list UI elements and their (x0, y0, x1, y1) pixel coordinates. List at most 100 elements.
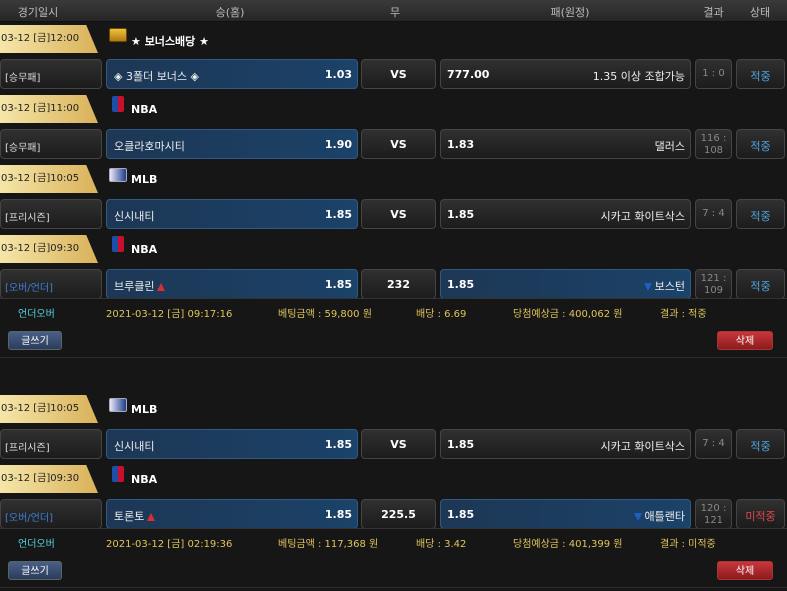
away-team-label: 댈러스 (654, 140, 685, 153)
away-team-label: 1.35 이상 조합가능 (592, 70, 685, 83)
match-result: 7 : 4 (695, 429, 732, 459)
match-result: 120 : 121 (695, 499, 732, 529)
home-odds: 1.90 (324, 138, 352, 151)
write-button[interactable]: 글쓰기 (8, 561, 62, 580)
league-header-row: 03-12 [금]09:30 NBA (0, 464, 787, 494)
away-odds: 1.83 (447, 138, 475, 151)
game-type: [프리시즌] (0, 429, 102, 459)
away-odds: 1.85 (447, 438, 475, 451)
away-bet-button[interactable]: 1.83 댈러스 (440, 129, 691, 159)
summary-date: 2021-03-12 [금] 02:19:36 (106, 539, 233, 550)
away-team-label: 시카고 화이트삭스 (600, 440, 685, 453)
league-header-row: 03-12 [금]10:05 MLB (0, 394, 787, 424)
home-bet-button[interactable]: 토론토 1.85 (106, 499, 358, 529)
game-row: [오버/언더] 브루클린 1.85 232 1.85 보스턴 121 : 109 적중 (0, 269, 787, 299)
status-badge: 적중 (736, 429, 785, 459)
ticket-divider (0, 357, 787, 358)
bonus-icon (109, 28, 127, 42)
league-header-row: 03-12 [금]12:00 ★ 보너스배당 ★ (0, 24, 787, 54)
home-team-name: 신시내티 (114, 440, 155, 453)
away-bet-button[interactable]: 1.85 시카고 화이트삭스 (440, 199, 691, 229)
away-bet-button[interactable]: 777.00 1.35 이상 조합가능 (440, 59, 691, 89)
game-type: [오버/언더] (0, 269, 102, 299)
home-odds: 1.03 (324, 68, 352, 81)
draw-bet-button[interactable]: 232 (361, 269, 436, 299)
summary-odds: 배당 : 3.42 (416, 539, 467, 550)
header-date: 경기일시 (17, 6, 59, 19)
away-odds: 777.00 (447, 68, 490, 81)
away-bet-button[interactable]: 1.85 보스턴 (440, 269, 691, 299)
summary-bet-amount: 베팅금액 : 59,800 원 (278, 309, 372, 320)
home-team-name: 토론토 (114, 508, 156, 524)
delete-button[interactable]: 삭제 (717, 561, 773, 580)
league-name: NBA (131, 243, 158, 256)
summary-expected-win: 당첨예상금 : 401,399 원 (513, 539, 623, 550)
home-bet-button[interactable]: 오클라호마시티 1.90 (106, 129, 358, 159)
home-bet-button[interactable]: ◈ 3폴더 보너스 ◈ 1.03 (106, 59, 358, 89)
away-bet-button[interactable]: 1.85 시카고 화이트삭스 (440, 429, 691, 459)
status-badge: 적중 (736, 59, 785, 89)
home-odds: 1.85 (324, 208, 352, 221)
away-team-name: 댈러스 (655, 138, 685, 154)
match-time: 03-12 [금]11:00 (0, 95, 98, 123)
status-badge: 적중 (736, 199, 785, 229)
summary-odds: 배당 : 6.69 (416, 309, 467, 320)
home-team-name: 브루클린 (114, 278, 166, 294)
league-name: MLB (131, 403, 158, 416)
match-result: 121 : 109 (695, 269, 732, 299)
home-bet-button[interactable]: 브루클린 1.85 (106, 269, 358, 299)
match-time: 03-12 [금]10:05 (0, 165, 98, 193)
ticket-divider (0, 587, 787, 588)
home-bet-button[interactable]: 신시내티 1.85 (106, 199, 358, 229)
away-bet-button[interactable]: 1.85 애틀랜타 (440, 499, 691, 529)
summary-date: 2021-03-12 [금] 09:17:16 (106, 309, 233, 320)
game-row: [오버/언더] 토론토 1.85 225.5 1.85 애틀랜타 120 : 121 미적중 (0, 499, 787, 529)
match-result: 7 : 4 (695, 199, 732, 229)
league-name: ★ 보너스배당 ★ (131, 35, 209, 48)
header-away: 패(원정) (550, 6, 590, 19)
match-time: 03-12 [금]09:30 (0, 235, 98, 263)
away-team-name: 시카고 화이트삭스 (601, 208, 685, 224)
mlb-icon (109, 398, 127, 412)
league-header-row: 03-12 [금]09:30 NBA (0, 234, 787, 264)
home-team-name: 오클라호마시티 (114, 140, 185, 153)
header-result: 결과 (703, 6, 724, 19)
draw-bet-button[interactable]: VS (361, 129, 436, 159)
game-row: [프리시즌] 신시내티 1.85 VS 1.85 시카고 화이트삭스 7 : 4 적중 (0, 429, 787, 459)
table-header: 경기일시 승(홈) 무 패(원정) 결과 상태 (0, 0, 787, 22)
match-time: 03-12 [금]09:30 (0, 465, 98, 493)
match-time: 03-12 [금]12:00 (0, 25, 98, 53)
home-bet-button[interactable]: 신시내티 1.85 (106, 429, 358, 459)
under-arrow-icon (643, 283, 652, 291)
game-type: [프리시즌] (0, 199, 102, 229)
game-row: [프리시즌] 신시내티 1.85 VS 1.85 시카고 화이트삭스 7 : 4 적중 (0, 199, 787, 229)
league-name: MLB (131, 173, 158, 186)
game-type: [오버/언더] (0, 499, 102, 529)
over-arrow-icon (147, 513, 156, 521)
league-header-row: 03-12 [금]11:00 NBA (0, 94, 787, 124)
draw-bet-button[interactable]: VS (361, 429, 436, 459)
draw-bet-button[interactable]: 225.5 (361, 499, 436, 529)
game-row: [승무패] 오클라호마시티 1.90 VS 1.83 댈러스 116 : 108 적중 (0, 129, 787, 159)
home-team-name: 신시내티 (114, 210, 155, 223)
bet-summary: 언더오버 2021-03-12 [금] 02:19:36 베팅금액 : 117,36… (0, 528, 787, 552)
match-time: 03-12 [금]10:05 (0, 395, 98, 423)
draw-bet-button[interactable]: VS (361, 59, 436, 89)
home-team-name: ◈ 3폴더 보너스 ◈ (114, 70, 200, 83)
write-button[interactable]: 글쓰기 (8, 331, 62, 350)
delete-button[interactable]: 삭제 (717, 331, 773, 350)
away-odds: 1.85 (447, 208, 475, 221)
header-home: 승(홈) (215, 6, 245, 19)
draw-bet-button[interactable]: VS (361, 199, 436, 229)
home-odds: 1.85 (324, 438, 352, 451)
header-status: 상태 (749, 6, 771, 19)
nba-icon (112, 96, 124, 112)
away-team-name: 1.35 이상 조합가능 (593, 68, 685, 84)
summary-expected-win: 당첨예상금 : 400,062 원 (513, 309, 623, 320)
away-team-label: 시카고 화이트삭스 (600, 210, 685, 223)
over-arrow-icon (157, 283, 166, 291)
league-header-row: 03-12 [금]10:05 MLB (0, 164, 787, 194)
status-badge: 적중 (736, 129, 785, 159)
match-result: 116 : 108 (695, 129, 732, 159)
game-row: [승무패] ◈ 3폴더 보너스 ◈ 1.03 VS 777.00 1.35 이상 조합가능… (0, 59, 787, 89)
